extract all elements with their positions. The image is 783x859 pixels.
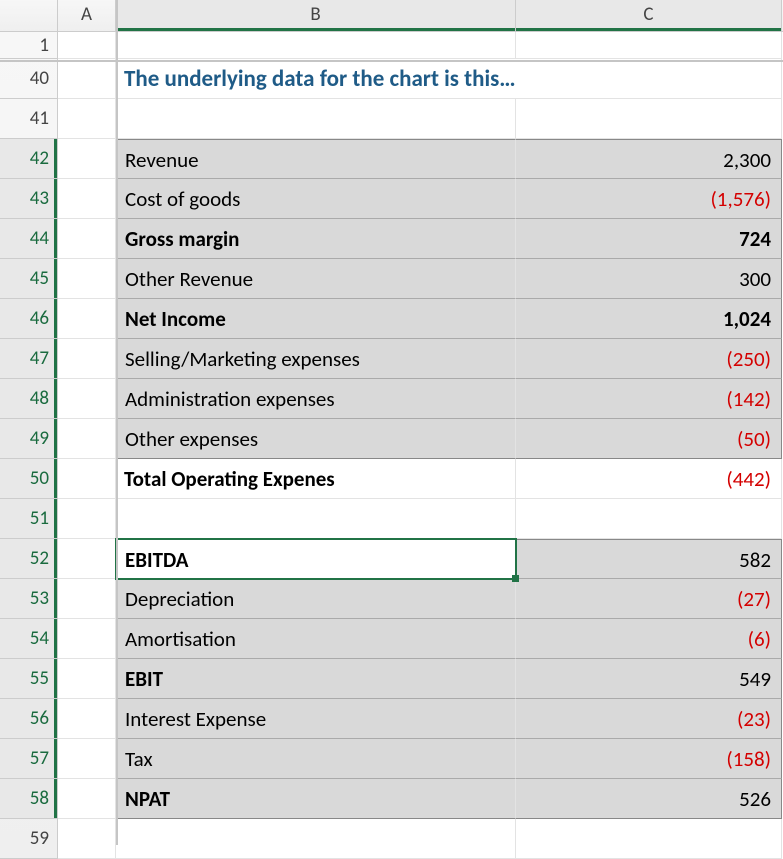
table-cell-value[interactable]: 582 <box>516 539 782 579</box>
table-cell-label[interactable]: Amortisation <box>116 619 516 659</box>
row-header[interactable]: 1 <box>0 32 57 59</box>
cell[interactable] <box>58 579 116 619</box>
cell[interactable] <box>58 659 116 699</box>
table-cell-value[interactable]: 1,024 <box>516 299 782 339</box>
table-cell-value[interactable]: 300 <box>516 259 782 299</box>
col-header-C[interactable]: C <box>516 0 782 31</box>
cell[interactable] <box>516 819 782 859</box>
table-cell-label[interactable]: Revenue <box>116 139 516 179</box>
cell[interactable] <box>58 779 116 819</box>
cell[interactable] <box>58 419 116 459</box>
cell[interactable] <box>58 139 116 179</box>
row-headers: 1 40 41 42 43 44 45 46 47 48 49 50 51 52… <box>0 32 58 859</box>
cell[interactable] <box>516 499 782 539</box>
table-cell-value[interactable]: 549 <box>516 659 782 699</box>
row-header[interactable]: 52 <box>0 539 57 579</box>
cell[interactable] <box>58 739 116 779</box>
row-header[interactable]: 51 <box>0 499 57 539</box>
spreadsheet: A B C 1 40 41 42 43 44 45 46 47 48 49 50… <box>0 0 783 845</box>
row-header[interactable]: 55 <box>0 659 57 699</box>
col-header-A[interactable]: A <box>58 0 116 31</box>
cell[interactable] <box>58 59 116 99</box>
row-header[interactable]: 47 <box>0 339 57 379</box>
freeze-pane-vline <box>116 0 118 845</box>
row-header[interactable]: 40 <box>0 59 57 99</box>
title-cell[interactable]: The underlying data for the chart is thi… <box>116 59 516 99</box>
cell[interactable] <box>58 219 116 259</box>
table-cell-label[interactable]: Interest Expense <box>116 699 516 739</box>
table-cell-value[interactable]: (27) <box>516 579 782 619</box>
cell[interactable] <box>58 299 116 339</box>
totals-label[interactable]: Total Operating Expenes <box>116 459 516 499</box>
row-header[interactable]: 53 <box>0 579 57 619</box>
table-cell-label[interactable]: Other expenses <box>116 419 516 459</box>
cell[interactable] <box>58 539 116 579</box>
table-cell-label[interactable]: Tax <box>116 739 516 779</box>
active-cell[interactable]: EBITDA <box>116 539 516 579</box>
totals-value[interactable]: (442) <box>516 459 782 499</box>
cell[interactable] <box>58 699 116 739</box>
table-cell-value[interactable]: (250) <box>516 339 782 379</box>
cell[interactable] <box>116 99 516 139</box>
table-cell-value[interactable]: 724 <box>516 219 782 259</box>
cells-grid: The underlying data for the chart is thi… <box>58 32 782 859</box>
cell[interactable] <box>516 99 782 139</box>
cell[interactable] <box>116 32 516 59</box>
cell[interactable] <box>116 819 516 859</box>
freeze-pane-hline <box>0 60 783 62</box>
table-cell-label[interactable]: Net Income <box>116 299 516 339</box>
row-header[interactable]: 43 <box>0 179 57 219</box>
cell[interactable] <box>116 499 516 539</box>
row-header[interactable]: 58 <box>0 779 57 819</box>
table-cell-label[interactable]: NPAT <box>116 779 516 819</box>
cell[interactable] <box>516 59 782 99</box>
cell[interactable] <box>58 179 116 219</box>
table-cell-label[interactable]: Other Revenue <box>116 259 516 299</box>
table-cell-label[interactable]: Selling/Marketing expenses <box>116 339 516 379</box>
row-header[interactable]: 48 <box>0 379 57 419</box>
row-header[interactable]: 41 <box>0 99 57 139</box>
table-cell-value[interactable]: (1,576) <box>516 179 782 219</box>
cell[interactable] <box>58 499 116 539</box>
row-header[interactable]: 44 <box>0 219 57 259</box>
cell[interactable] <box>58 459 116 499</box>
table-cell-label[interactable]: Administration expenses <box>116 379 516 419</box>
row-header[interactable]: 59 <box>0 819 57 859</box>
cell[interactable] <box>58 819 116 859</box>
col-header-B[interactable]: B <box>116 0 516 31</box>
section-title: The underlying data for the chart is thi… <box>124 65 516 93</box>
table-cell-value[interactable]: (50) <box>516 419 782 459</box>
table-cell-value[interactable]: (6) <box>516 619 782 659</box>
cell[interactable] <box>58 32 116 59</box>
row-header[interactable]: 57 <box>0 739 57 779</box>
cell[interactable] <box>58 99 116 139</box>
table-cell-label[interactable]: Depreciation <box>116 579 516 619</box>
row-header[interactable]: 49 <box>0 419 57 459</box>
table-cell-value[interactable]: (158) <box>516 739 782 779</box>
table-cell-label[interactable]: Gross margin <box>116 219 516 259</box>
cell[interactable] <box>58 379 116 419</box>
table-cell-value[interactable]: (142) <box>516 379 782 419</box>
table-cell-value[interactable]: 2,300 <box>516 139 782 179</box>
cell[interactable] <box>58 339 116 379</box>
table-cell-label[interactable]: EBIT <box>116 659 516 699</box>
row-header[interactable]: 54 <box>0 619 57 659</box>
table-cell-value[interactable]: (23) <box>516 699 782 739</box>
cell[interactable] <box>58 619 116 659</box>
row-header[interactable]: 50 <box>0 459 57 499</box>
table-cell-value[interactable]: 526 <box>516 779 782 819</box>
row-header[interactable]: 45 <box>0 259 57 299</box>
select-all-corner[interactable] <box>0 0 58 31</box>
row-header[interactable]: 46 <box>0 299 57 339</box>
cell[interactable] <box>516 32 782 59</box>
cell[interactable] <box>58 259 116 299</box>
row-header[interactable]: 56 <box>0 699 57 739</box>
row-header[interactable]: 42 <box>0 139 57 179</box>
table-cell-label[interactable]: Cost of goods <box>116 179 516 219</box>
